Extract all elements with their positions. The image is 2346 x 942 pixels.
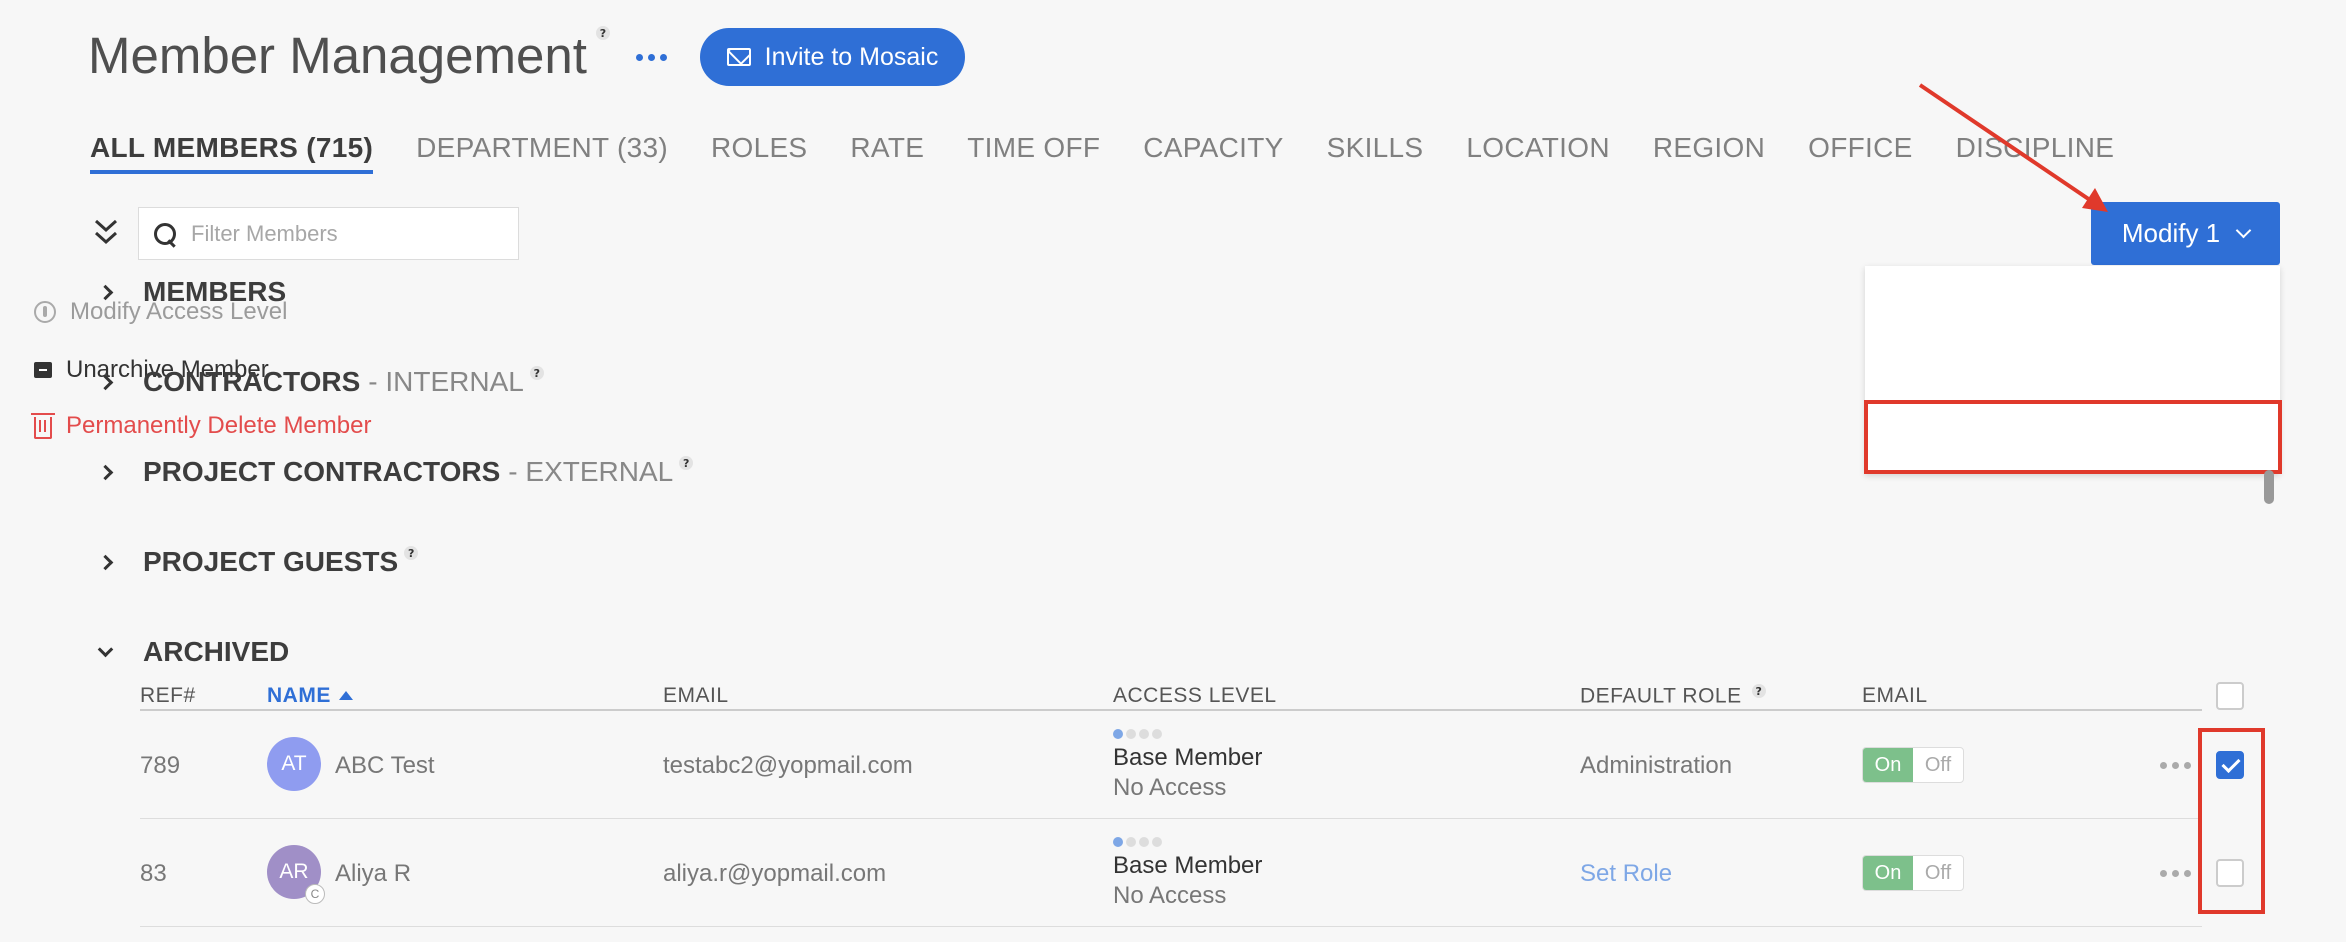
tab-all-members[interactable]: ALL MEMBERS (715) [90, 132, 374, 174]
section-archived[interactable]: ARCHIVED [96, 636, 289, 668]
access-level-indicator [1113, 837, 1162, 847]
more-options-icon[interactable] [636, 54, 667, 61]
toggle-on[interactable]: On [1863, 748, 1913, 782]
section-subtitle: - EXTERNAL [508, 456, 674, 487]
column-header-ref[interactable]: REF# [140, 684, 196, 708]
member-email: testabc2@yopmail.com [663, 752, 913, 779]
tab-skills[interactable]: SKILLS [1327, 132, 1424, 174]
column-header-default-role-label: DEFAULT ROLE [1580, 684, 1742, 708]
column-header-default-role[interactable]: DEFAULT ROLE ? [1580, 684, 1766, 709]
section-project-guests[interactable]: PROJECT GUESTS ? [96, 546, 419, 578]
select-all-checkbox[interactable] [2216, 682, 2244, 710]
column-header-access-level[interactable]: ACCESS LEVEL [1113, 684, 1277, 708]
tab-bar: ALL MEMBERS (715) DEPARTMENT (33) ROLES … [90, 132, 2157, 174]
access-level[interactable]: Base Member [1113, 852, 1262, 880]
section-members[interactable]: MEMBERS [96, 276, 286, 308]
set-role-link[interactable]: Set Role [1580, 860, 1672, 888]
access-sublevel: No Access [1113, 882, 1227, 909]
section-title: CONTRACTORS [143, 366, 361, 397]
row-more-icon[interactable] [2160, 870, 2191, 877]
filter-members-input[interactable] [191, 220, 491, 247]
header-divider [140, 709, 2202, 711]
tab-discipline[interactable]: DISCIPLINE [1956, 132, 2115, 174]
toggle-off[interactable]: Off [1913, 748, 1963, 782]
annotation-highlight-checkboxes [2198, 728, 2265, 914]
menu-item-label: Permanently Delete Member [66, 412, 372, 439]
row-divider [140, 926, 2202, 927]
column-header-email[interactable]: EMAIL [663, 684, 729, 708]
member-name[interactable]: ABC Test [335, 752, 435, 780]
collapse-all-icon[interactable] [93, 218, 119, 248]
section-title: PROJECT CONTRACTORS [143, 456, 501, 487]
invite-label: Invite to Mosaic [764, 42, 939, 71]
chevron-right-icon [97, 554, 114, 570]
row-divider [140, 818, 2202, 819]
menu-item-permanently-delete-member[interactable]: Permanently Delete Member [31, 412, 372, 440]
section-contractors[interactable]: CONTRACTORS - INTERNAL ? [96, 366, 544, 398]
tab-department[interactable]: DEPARTMENT (33) [416, 132, 668, 174]
help-icon[interactable]: ? [404, 546, 419, 560]
section-project-contractors[interactable]: PROJECT CONTRACTORS - EXTERNAL ? [96, 456, 694, 488]
help-icon[interactable]: ? [679, 456, 694, 470]
email-toggle[interactable]: On Off [1862, 747, 1964, 783]
chevron-right-icon [97, 284, 114, 300]
row-ref: 789 [140, 752, 181, 779]
tab-region[interactable]: REGION [1653, 132, 1765, 174]
sort-ascending-icon [338, 691, 353, 700]
column-header-email-notifications[interactable]: EMAIL [1862, 684, 1928, 708]
column-header-name-label: NAME [267, 684, 331, 707]
column-header-name[interactable]: NAME [267, 684, 353, 708]
tab-capacity[interactable]: CAPACITY [1143, 132, 1283, 174]
chevron-right-icon [97, 374, 114, 390]
tab-rate[interactable]: RATE [850, 132, 924, 174]
toggle-off[interactable]: Off [1913, 856, 1963, 890]
trash-icon [31, 413, 55, 439]
help-icon[interactable]: ? [1751, 684, 1766, 698]
member-email: aliya.r@yopmail.com [663, 860, 887, 887]
contractor-badge: C [305, 884, 325, 904]
access-sublevel: No Access [1113, 774, 1227, 801]
mail-icon [726, 48, 751, 66]
avatar[interactable]: AT [267, 737, 321, 791]
title-help-icon[interactable]: ? [596, 26, 610, 40]
section-title: PROJECT GUESTS [143, 546, 399, 577]
annotation-highlight-delete [1864, 400, 2282, 474]
email-toggle[interactable]: On Off [1862, 855, 1964, 891]
section-title: ARCHIVED [143, 636, 290, 667]
archive-icon [34, 362, 52, 378]
chevron-right-icon [97, 464, 114, 480]
help-icon[interactable]: ? [529, 366, 544, 380]
tab-office[interactable]: OFFICE [1808, 132, 1912, 174]
row-more-icon[interactable] [2160, 762, 2191, 769]
tab-location[interactable]: LOCATION [1466, 132, 1609, 174]
search-icon [153, 222, 177, 246]
modify-label: Modify 1 [2121, 218, 2221, 248]
row-ref: 83 [140, 860, 167, 887]
scrollbar[interactable] [2264, 470, 2274, 504]
section-title: MEMBERS [143, 276, 287, 307]
default-role[interactable]: Administration [1580, 752, 1732, 780]
access-level-indicator [1113, 729, 1162, 739]
section-subtitle: - INTERNAL [368, 366, 524, 397]
chevron-down-icon [97, 641, 114, 657]
chevron-down-icon [2235, 222, 2252, 239]
tab-time-off[interactable]: TIME OFF [967, 132, 1100, 174]
member-name[interactable]: Aliya R [335, 860, 411, 888]
key-icon [34, 301, 56, 323]
toggle-on[interactable]: On [1863, 856, 1913, 890]
page-title: Member Management [88, 27, 587, 84]
invite-to-mosaic-button[interactable]: Invite to Mosaic [700, 28, 965, 86]
modify-button[interactable]: Modify 1 [2091, 202, 2280, 265]
access-level[interactable]: Base Member [1113, 744, 1262, 772]
tab-roles[interactable]: ROLES [711, 132, 807, 174]
member-management-page: Member Management ? Invite to Mosaic ALL… [0, 0, 2346, 942]
filter-members-field[interactable] [138, 207, 519, 260]
